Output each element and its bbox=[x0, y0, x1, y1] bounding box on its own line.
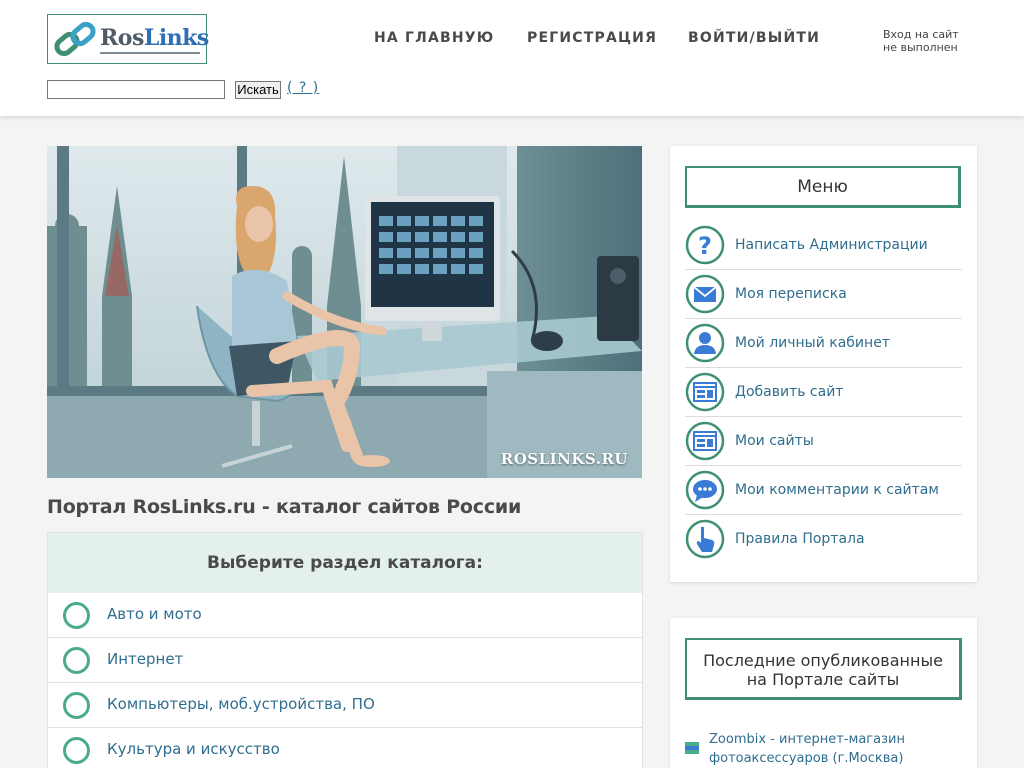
menu-item-personal-account[interactable]: Мой личный кабинет bbox=[685, 319, 962, 368]
sidebar-menu: Меню ? Написать Администрации Моя перепи… bbox=[670, 146, 977, 582]
nav-register-link[interactable]: РЕГИСТРАЦИЯ bbox=[527, 30, 657, 50]
browser-window-icon bbox=[685, 421, 725, 461]
catalog-item[interactable]: Культура и искусство bbox=[48, 728, 642, 768]
logo-text-links: Links bbox=[143, 25, 209, 51]
latest-sites-title: Последние опубликованные на Портале сайт… bbox=[685, 638, 962, 700]
pointer-hand-icon bbox=[685, 519, 725, 559]
svg-text:?: ? bbox=[698, 232, 712, 260]
latest-sites-panel: Последние опубликованные на Портале сайт… bbox=[670, 618, 977, 768]
circle-icon bbox=[63, 692, 90, 719]
russian-flag-icon bbox=[685, 742, 699, 754]
menu-item-my-comments[interactable]: Мои комментарии к сайтам bbox=[685, 466, 962, 515]
menu-item-add-site[interactable]: Добавить сайт bbox=[685, 368, 962, 417]
catalog-item[interactable]: Интернет bbox=[48, 638, 642, 683]
catalog-heading: Выберите раздел каталога: bbox=[48, 533, 642, 593]
menu-item-label[interactable]: Правила Портала bbox=[735, 531, 865, 547]
login-status-line2: не выполнен bbox=[883, 41, 958, 54]
menu-item-correspondence[interactable]: Моя переписка bbox=[685, 270, 962, 319]
catalog-item-label[interactable]: Интернет bbox=[107, 650, 183, 668]
site-header: RosLinks НА ГЛАВНУЮ РЕГИСТРАЦИЯ ВОЙТИ/ВЫ… bbox=[0, 0, 1024, 116]
logo-underline bbox=[100, 52, 200, 54]
browser-window-icon bbox=[685, 372, 725, 412]
menu-item-portal-rules[interactable]: Правила Портала bbox=[685, 515, 962, 564]
menu-item-label[interactable]: Добавить сайт bbox=[735, 384, 843, 400]
search-button[interactable]: Искать bbox=[235, 81, 281, 99]
chat-bubble-icon bbox=[685, 470, 725, 510]
menu-item-label[interactable]: Мои сайты bbox=[735, 433, 814, 449]
logo-text: RosLinks bbox=[100, 25, 209, 51]
circle-icon bbox=[63, 602, 90, 629]
menu-item-my-sites[interactable]: Мои сайты bbox=[685, 417, 962, 466]
menu-item-label[interactable]: Моя переписка bbox=[735, 286, 847, 302]
nav-home-link[interactable]: НА ГЛАВНУЮ bbox=[374, 30, 494, 50]
search-help-link[interactable]: ( ? ) bbox=[287, 80, 319, 96]
catalog-item[interactable]: Авто и мото bbox=[48, 593, 642, 638]
circle-icon bbox=[63, 647, 90, 674]
chain-link-icon bbox=[54, 21, 96, 57]
menu-title: Меню bbox=[685, 166, 961, 208]
nav-login-logout-link[interactable]: ВОЙТИ/ВЫЙТИ bbox=[688, 30, 820, 50]
login-status-line1: Вход на сайт bbox=[883, 28, 959, 41]
menu-item-write-admin[interactable]: ? Написать Администрации bbox=[685, 221, 962, 270]
user-icon bbox=[685, 323, 725, 363]
latest-sites-title-line1: Последние опубликованные bbox=[703, 651, 943, 670]
catalog-item-label[interactable]: Компьютеры, моб.устройства, ПО bbox=[107, 695, 375, 713]
menu-item-label[interactable]: Написать Администрации bbox=[735, 237, 928, 253]
latest-sites-title-line2: на Портале сайты bbox=[746, 670, 900, 689]
catalog-item-label[interactable]: Авто и мото bbox=[107, 605, 202, 623]
circle-icon bbox=[63, 737, 90, 764]
catalog-section-list: Выберите раздел каталога: Авто и мото Ин… bbox=[47, 532, 643, 768]
login-status: Вход на сайт не выполнен bbox=[883, 28, 1003, 54]
menu-item-label[interactable]: Мой личный кабинет bbox=[735, 335, 890, 351]
catalog-item[interactable]: Компьютеры, моб.устройства, ПО bbox=[48, 683, 642, 728]
page-title: Портал RosLinks.ru - каталог сайтов Росс… bbox=[47, 496, 522, 518]
hero-image: ROSLINKS.RU bbox=[47, 146, 642, 478]
catalog-item-label[interactable]: Культура и искусство bbox=[107, 740, 280, 758]
envelope-icon bbox=[685, 274, 725, 314]
logo-text-ros: Ros bbox=[100, 25, 144, 51]
menu-item-label[interactable]: Мои комментарии к сайтам bbox=[735, 482, 939, 498]
latest-site-link[interactable]: Zoombix - интернет-магазин фотоаксессуар… bbox=[709, 730, 959, 768]
hero-watermark: ROSLINKS.RU bbox=[500, 450, 628, 468]
search-input[interactable] bbox=[47, 80, 225, 99]
site-logo[interactable]: RosLinks bbox=[47, 14, 209, 64]
hero-illustration bbox=[47, 146, 642, 478]
question-icon: ? bbox=[685, 225, 725, 265]
